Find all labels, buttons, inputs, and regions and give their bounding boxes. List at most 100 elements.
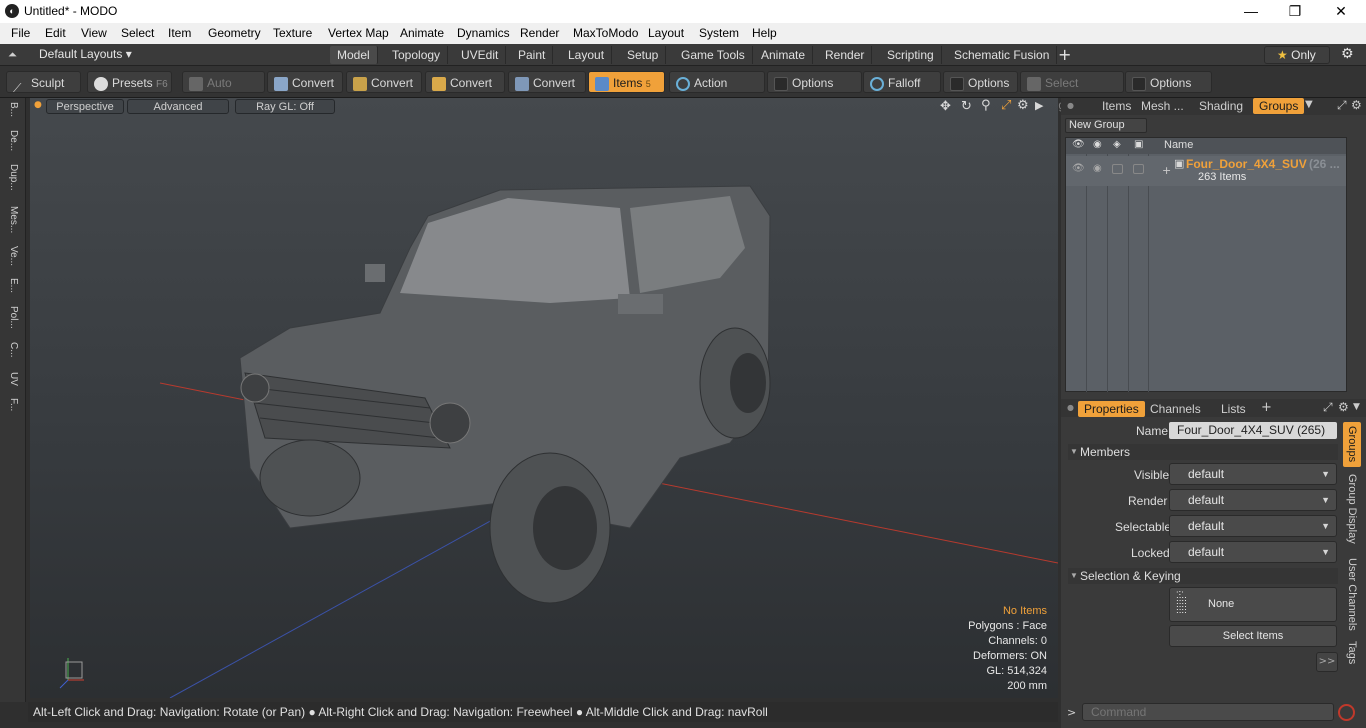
side-tab-user-channels[interactable]: User Channels [1343,554,1361,634]
convert-vertices-button[interactable]: Convert [267,71,343,93]
vtab-uv[interactable]: UV [4,372,22,386]
maximize-panel-icon[interactable]: ⤢ [1337,98,1347,113]
minimize-button[interactable]: — [1228,0,1274,23]
vtab-deform[interactable]: De... [4,130,22,151]
render-dropdown[interactable]: default ▼ [1169,489,1337,511]
menu-geometry[interactable]: Geometry [208,26,261,40]
menu-file[interactable]: File [11,26,30,40]
shading-dropdown[interactable]: Advanced [127,99,229,114]
default-layouts-dropdown[interactable]: Default Layouts ▾ [39,47,132,61]
side-tab-group-display[interactable]: Group Display [1343,472,1361,546]
presets-button[interactable]: Presets F6 [87,71,172,93]
none-button[interactable]: ·:·:::::::::::: None [1169,587,1337,622]
tab-setup[interactable]: Setup [620,46,667,64]
vtab-fusion[interactable]: F... [4,398,22,411]
members-section-header[interactable]: ▼ Members [1068,444,1338,460]
tab-items[interactable]: Items [1096,98,1137,114]
tab-model[interactable]: Model [330,46,378,64]
locked-dropdown[interactable]: default ▼ [1169,541,1337,563]
vtab-edge[interactable]: E... [4,278,22,293]
new-group-button[interactable]: New Group [1065,118,1147,133]
convert-polygons-button[interactable]: Convert [425,71,505,93]
tab-animate[interactable]: Animate [754,46,814,64]
side-tab-tags[interactable]: Tags [1343,638,1361,668]
tab-mesh[interactable]: Mesh ... [1135,98,1190,114]
gear-icon[interactable]: ⚙ [1341,46,1354,62]
falloff-button[interactable]: Falloff [863,71,941,93]
viewport-menu-arrow-icon[interactable]: ▶ [1035,99,1043,112]
more-button[interactable]: >> [1316,652,1338,672]
expand-group-icon[interactable]: + [1162,164,1171,177]
selection-keying-section-header[interactable]: ▼ Selection & Keying [1068,568,1338,584]
panel-settings-icon[interactable]: ⚙ [1351,98,1362,112]
visibility-eye-icon[interactable]: 👁 [1072,163,1085,174]
restore-button[interactable]: ❐ [1272,0,1318,23]
tab-schematic-fusion[interactable]: Schematic Fusion [947,46,1058,64]
perspective-dropdown[interactable]: Perspective [46,99,124,114]
tab-properties[interactable]: Properties [1078,401,1145,417]
vtab-vertex[interactable]: Ve... [4,246,22,266]
tab-render[interactable]: Render [818,46,873,64]
sculpt-button[interactable]: ⟋ Sculpt [6,71,81,95]
render-toggle-icon[interactable]: ◉ [1093,163,1102,174]
rotate-view-icon[interactable]: ↻ [961,99,972,114]
zoom-view-icon[interactable]: ⚲ [981,98,991,113]
menu-texture[interactable]: Texture [273,26,312,40]
fit-view-icon[interactable]: ⤢ [1001,98,1011,113]
select-through-button[interactable]: Select Through [1020,71,1124,112]
select-items-button[interactable]: Select Items [1169,625,1337,647]
menu-layout[interactable]: Layout [648,26,684,40]
options-button-2[interactable]: Options [943,71,1018,93]
items-mode-button[interactable]: Items 5 [588,71,665,93]
menu-help[interactable]: Help [752,26,777,40]
select-toggle-icon[interactable] [1112,164,1123,174]
panel-settings-icon[interactable]: ⚙ [1338,400,1349,414]
add-tab-button[interactable]: + [1261,400,1272,415]
tab-dropdown-icon[interactable]: ▼ [1305,99,1313,110]
3d-viewport[interactable]: ● Perspective Advanced Ray GL: Off ✥ ↻ ⚲… [30,98,1058,698]
auto-select-button[interactable]: Auto Select [182,71,265,112]
lock-toggle-icon[interactable] [1133,164,1144,174]
tab-groups[interactable]: Groups [1253,98,1305,114]
options-button-1[interactable]: Options [767,71,862,93]
menu-maxtomodo[interactable]: MaxToModo [573,26,638,40]
menu-view[interactable]: View [81,26,107,40]
action-center-button[interactable]: Action Center [669,71,765,112]
close-button[interactable]: ✕ [1318,0,1364,23]
convert-materials-button[interactable]: Convert [508,71,586,93]
menu-item[interactable]: Item [168,26,191,40]
tab-shading[interactable]: Shading [1193,98,1249,114]
tab-paint[interactable]: Paint [511,46,554,64]
panel-menu-icon[interactable]: ▼ [1353,402,1360,412]
layout-arrow-icon[interactable]: ⏶ [8,48,17,62]
convert-edges-button[interactable]: Convert [346,71,422,93]
menu-edit[interactable]: Edit [45,26,66,40]
only-toggle[interactable]: ★ Only [1264,46,1330,64]
add-tab-button[interactable]: + [1058,45,1071,64]
menu-select[interactable]: Select [121,26,154,40]
vtab-mesh-edit[interactable]: Mes... [4,206,22,233]
selectable-dropdown[interactable]: default ▼ [1169,515,1337,537]
tab-scripting[interactable]: Scripting [880,46,942,64]
vtab-curve[interactable]: C... [4,342,22,358]
options-button-3[interactable]: Options [1125,71,1212,93]
tab-layout[interactable]: Layout [561,46,613,64]
move-view-icon[interactable]: ✥ [940,99,951,114]
viewport-settings-icon[interactable]: ⚙ [1017,98,1029,113]
group-row[interactable]: 👁 ◉ + ▣ Four_Door_4X4_SUV (26 ... 263 It… [1066,156,1346,186]
tab-topology[interactable]: Topology [385,46,449,64]
tab-channels[interactable]: Channels [1144,401,1207,417]
vtab-duplicate[interactable]: Dup... [4,164,22,191]
raygl-toggle[interactable]: Ray GL: Off [235,99,335,114]
vtab-polygon[interactable]: Pol... [4,306,22,329]
menu-system[interactable]: System [699,26,739,40]
tab-uvedit[interactable]: UVEdit [454,46,507,64]
side-tab-groups[interactable]: Groups [1343,422,1361,467]
command-input[interactable] [1082,703,1334,721]
group-name-field[interactable]: Four_Door_4X4_SUV (265) [1169,422,1337,439]
maximize-panel-icon[interactable]: ⤢ [1323,400,1333,415]
vtab-basic[interactable]: B... [4,102,22,117]
visible-dropdown[interactable]: default ▼ [1169,463,1337,485]
tab-lists[interactable]: Lists [1215,401,1252,417]
menu-vertex-map[interactable]: Vertex Map [328,26,389,40]
